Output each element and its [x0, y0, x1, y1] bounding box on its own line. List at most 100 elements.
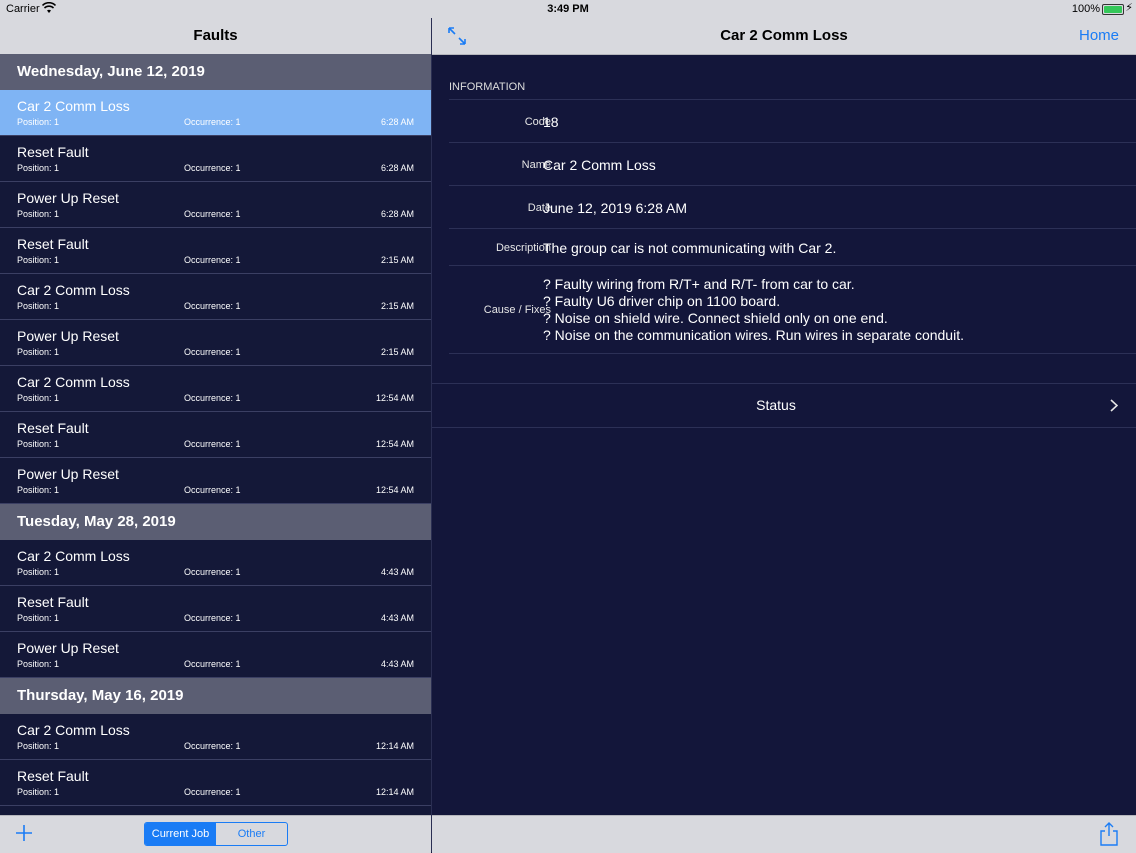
fault-row[interactable]: Power Up Reset Position: 1 Occurrence: 1… — [0, 182, 431, 228]
fault-row[interactable]: Car 2 Comm Loss Position: 1 Occurrence: … — [0, 274, 431, 320]
fault-position: Position: 1 — [17, 255, 60, 265]
fault-position: Position: 1 — [17, 567, 60, 577]
fault-row[interactable]: Car 2 Comm Loss Position: 1 Occurrence: … — [0, 540, 431, 586]
detail-toolbar — [432, 815, 1136, 853]
fault-row[interactable]: Power Up Reset Position: 1 Occurrence: 1… — [0, 458, 431, 504]
fault-name: Power Up Reset — [17, 640, 119, 656]
fault-name: Power Up Reset — [17, 466, 119, 482]
cause-label: Cause / Fixes — [483, 304, 551, 316]
fault-row[interactable]: Reset Fault Position: 1 Occurrence: 1 4:… — [0, 586, 431, 632]
fault-name: Car 2 Comm Loss — [17, 98, 130, 114]
status-row[interactable]: Status — [432, 383, 1136, 428]
fault-time: 4:43 AM — [380, 567, 414, 577]
information-section-title: INFORMATION — [449, 81, 526, 93]
fault-occurrence: Occurrence: 1 — [184, 117, 241, 127]
fault-name: Reset Fault — [17, 768, 89, 784]
fault-occurrence: Occurrence: 1 — [184, 439, 241, 449]
fault-name: Car 2 Comm Loss — [17, 374, 130, 390]
fault-occurrence: Occurrence: 1 — [184, 209, 241, 219]
fault-detail-panel: Car 2 Comm Loss Home INFORMATION Code 18… — [432, 0, 1136, 853]
fault-row[interactable]: Car 2 Comm Loss Position: 1 Occurrence: … — [0, 90, 431, 136]
status-bar: Carrier 3:49 PM 100% ⚡ — [0, 0, 1136, 18]
fault-time: 4:43 AM — [380, 613, 414, 623]
fault-row[interactable]: Car 2 Comm Loss Position: 1 Occurrence: … — [0, 714, 431, 760]
fault-position: Position: 1 — [17, 209, 60, 219]
cause-line: ? Faulty wiring from R/T+ and R/T- from … — [543, 276, 855, 292]
detail-nav-bar: Car 2 Comm Loss Home — [432, 18, 1136, 55]
cause-row: Cause / Fixes ? Faulty wiring from R/T+ … — [449, 265, 1136, 354]
cause-line: ? Noise on shield wire. Connect shield o… — [543, 310, 888, 326]
fault-position: Position: 1 — [17, 787, 60, 797]
fault-time: 6:28 AM — [380, 163, 414, 173]
fault-time: 6:28 AM — [380, 209, 414, 219]
home-button[interactable]: Home — [1079, 27, 1119, 44]
fault-row[interactable]: Reset Fault Position: 1 Occurrence: 1 6:… — [0, 136, 431, 182]
fault-row[interactable]: Car 2 Comm Loss Position: 1 Occurrence: … — [0, 366, 431, 412]
fault-occurrence: Occurrence: 1 — [184, 485, 241, 495]
faults-list[interactable]: Wednesday, June 12, 2019 Car 2 Comm Loss… — [0, 54, 431, 815]
fault-name: Reset Fault — [17, 144, 89, 160]
fault-occurrence: Occurrence: 1 — [184, 163, 241, 173]
name-row: Name Car 2 Comm Loss — [449, 142, 1136, 186]
fault-row[interactable]: Reset Fault Position: 1 Occurrence: 1 12… — [0, 412, 431, 458]
section-header: Thursday, May 16, 2019 — [0, 678, 431, 714]
faults-panel: Faults Wednesday, June 12, 2019 Car 2 Co… — [0, 0, 432, 853]
fault-name: Reset Fault — [17, 420, 89, 436]
plus-icon[interactable] — [15, 824, 33, 842]
fault-row[interactable]: Reset Fault Position: 1 Occurrence: 1 12… — [0, 760, 431, 806]
fault-position: Position: 1 — [17, 393, 60, 403]
master-nav-bar: Faults — [0, 18, 431, 55]
fault-occurrence: Occurrence: 1 — [184, 787, 241, 797]
fault-time: 2:15 AM — [380, 301, 414, 311]
code-value: 18 — [543, 114, 559, 130]
cause-list: ? Faulty wiring from R/T+ and R/T- from … — [543, 276, 964, 344]
fault-time: 12:14 AM — [375, 787, 414, 797]
fault-name: Power Up Reset — [17, 190, 119, 206]
cause-line: ? Faulty U6 driver chip on 1100 board. — [543, 293, 781, 309]
fault-occurrence: Occurrence: 1 — [184, 301, 241, 311]
fault-time: 12:14 AM — [375, 741, 414, 751]
date-value: June 12, 2019 6:28 AM — [543, 200, 687, 216]
fault-name: Reset Fault — [17, 236, 89, 252]
fault-position: Position: 1 — [17, 485, 60, 495]
cause-line: ? Noise on the communication wires. Run … — [543, 327, 964, 343]
fault-position: Position: 1 — [17, 613, 60, 623]
chevron-right-icon — [1110, 399, 1118, 412]
name-value: Car 2 Comm Loss — [543, 157, 656, 173]
fault-time: 12:54 AM — [375, 393, 414, 403]
battery-percentage: 100% — [1071, 3, 1100, 15]
fault-time: 4:43 AM — [380, 659, 414, 669]
fault-time: 2:15 AM — [380, 255, 414, 265]
fault-name: Car 2 Comm Loss — [17, 282, 130, 298]
fault-time: 6:28 AM — [380, 117, 414, 127]
fault-occurrence: Occurrence: 1 — [184, 393, 241, 403]
code-row: Code 18 — [449, 99, 1136, 143]
fault-occurrence: Occurrence: 1 — [184, 659, 241, 669]
fault-time: 12:54 AM — [375, 439, 414, 449]
section-header: Tuesday, May 28, 2019 — [0, 504, 431, 540]
section-header: Wednesday, June 12, 2019 — [0, 54, 431, 90]
job-filter-segmented-control[interactable]: Current Job Other — [144, 822, 288, 846]
fault-position: Position: 1 — [17, 301, 60, 311]
fault-position: Position: 1 — [17, 347, 60, 357]
fault-position: Position: 1 — [17, 439, 60, 449]
status-label: Status — [756, 397, 796, 413]
master-toolbar: Current Job Other — [0, 815, 431, 853]
fault-row[interactable]: Power Up Reset Position: 1 Occurrence: 1… — [0, 632, 431, 678]
fault-occurrence: Occurrence: 1 — [184, 347, 241, 357]
fault-position: Position: 1 — [17, 659, 60, 669]
fault-time: 2:15 AM — [380, 347, 414, 357]
share-icon[interactable] — [1099, 822, 1119, 846]
fault-row[interactable]: Power Up Reset Position: 1 Occurrence: 1… — [0, 320, 431, 366]
description-row: Description The group car is not communi… — [449, 228, 1136, 266]
detail-title: Car 2 Comm Loss — [720, 27, 848, 44]
fault-position: Position: 1 — [17, 117, 60, 127]
fault-name: Power Up Reset — [17, 328, 119, 344]
segment-current-job[interactable]: Current Job — [145, 823, 216, 845]
clock: 3:49 PM — [547, 3, 589, 15]
master-title: Faults — [193, 27, 238, 44]
fault-position: Position: 1 — [17, 741, 60, 751]
segment-other[interactable]: Other — [216, 823, 287, 845]
fault-row[interactable]: Reset Fault Position: 1 Occurrence: 1 2:… — [0, 228, 431, 274]
battery-icon — [1102, 4, 1124, 15]
